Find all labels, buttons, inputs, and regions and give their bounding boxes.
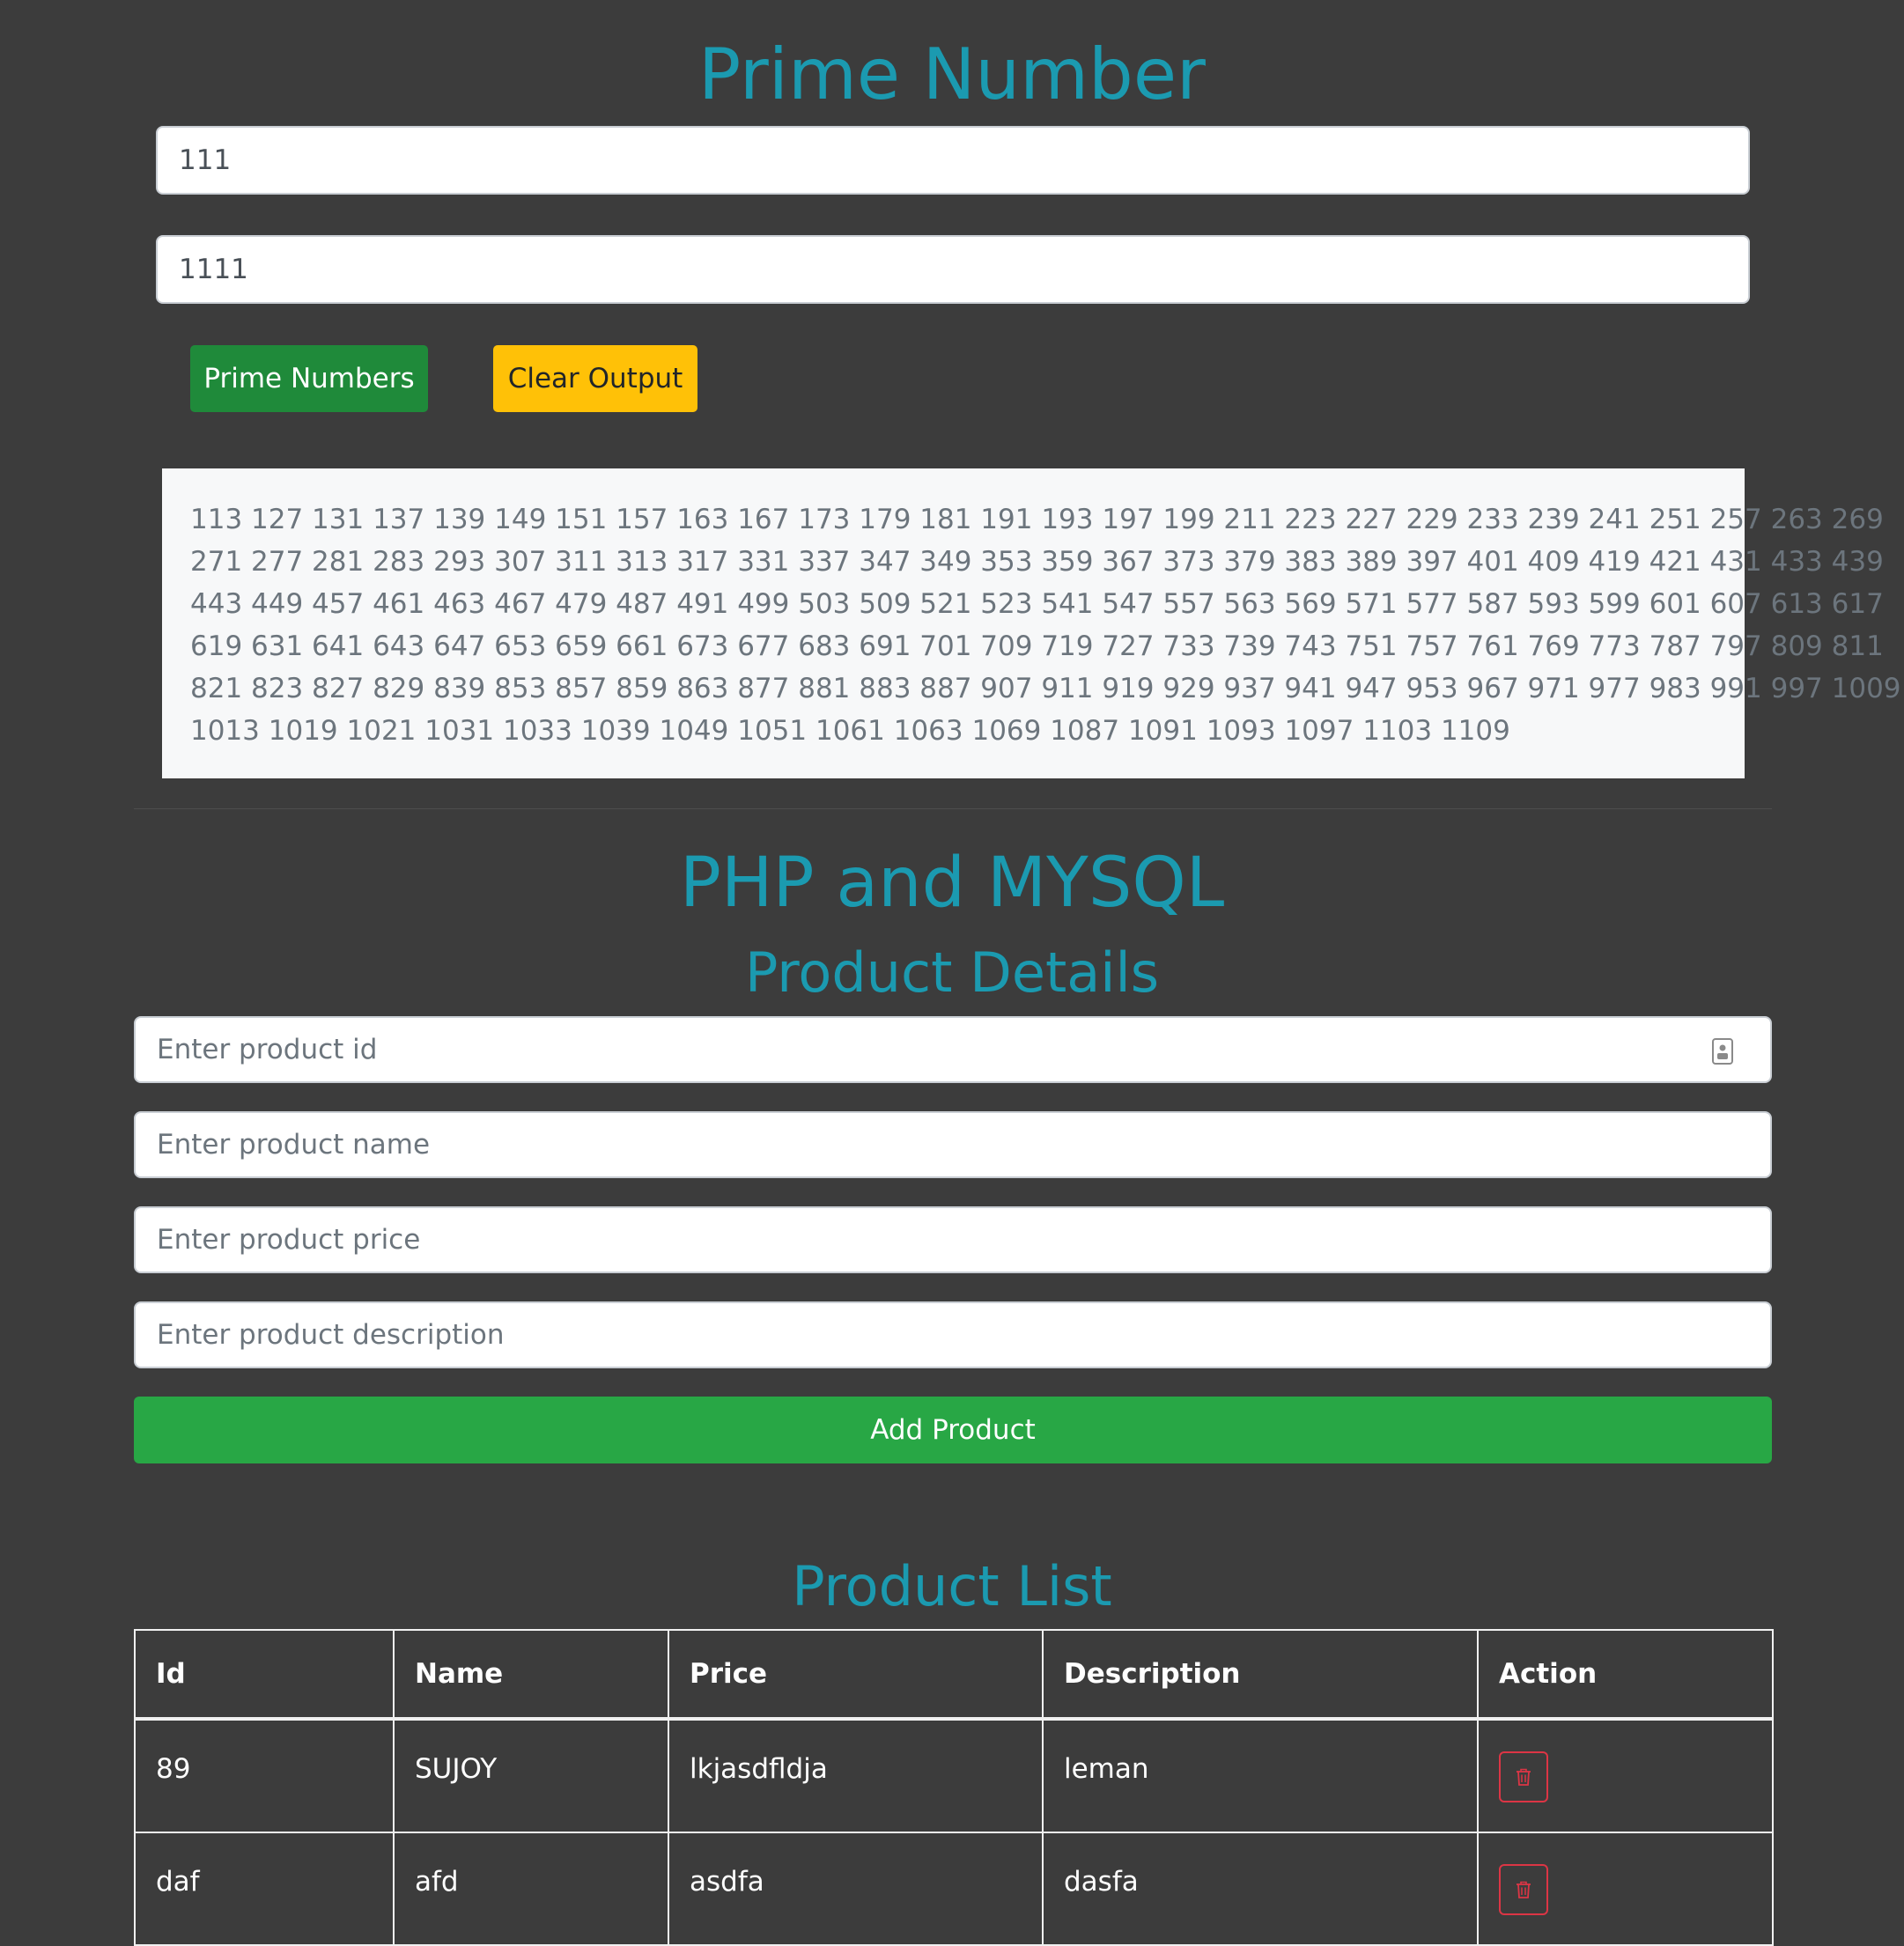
product-description-input[interactable] bbox=[134, 1301, 1772, 1368]
cell-description: leman bbox=[1042, 1718, 1479, 1833]
table-row: daf afd asdfa dasfa bbox=[134, 1832, 1774, 1946]
column-header-id: Id bbox=[134, 1629, 395, 1721]
column-header-name: Name bbox=[393, 1629, 669, 1721]
range-end-input[interactable] bbox=[156, 235, 1750, 304]
product-table: Id Name Price Description Action 89 SUJO… bbox=[134, 1629, 1774, 1946]
cell-action bbox=[1477, 1718, 1774, 1833]
clear-output-button[interactable]: Clear Output bbox=[493, 345, 697, 412]
range-start-input[interactable] bbox=[156, 126, 1750, 195]
prime-output-line: 821 823 827 829 839 853 857 859 863 877 … bbox=[190, 673, 1901, 704]
trash-icon bbox=[1517, 1881, 1531, 1898]
column-header-price: Price bbox=[668, 1629, 1044, 1721]
table-header-row: Id Name Price Description Action bbox=[134, 1629, 1774, 1721]
prime-output-line: 271 277 281 283 293 307 311 313 317 331 … bbox=[190, 546, 1884, 578]
product-id-input[interactable] bbox=[134, 1016, 1772, 1083]
contact-card-icon[interactable] bbox=[1711, 1037, 1734, 1065]
prime-number-title: Prime Number bbox=[698, 33, 1206, 115]
section-divider bbox=[134, 808, 1772, 809]
trash-icon bbox=[1517, 1768, 1531, 1786]
product-name-input[interactable] bbox=[134, 1111, 1772, 1178]
product-details-title: Product Details bbox=[744, 940, 1160, 1005]
delete-button[interactable] bbox=[1499, 1751, 1548, 1802]
cell-price: asdfa bbox=[668, 1832, 1044, 1946]
delete-button[interactable] bbox=[1499, 1864, 1548, 1915]
php-mysql-title: PHP and MYSQL bbox=[679, 844, 1225, 923]
product-list-title: Product List bbox=[792, 1554, 1112, 1618]
prime-output-line: 619 631 641 643 647 653 659 661 673 677 … bbox=[190, 630, 1884, 662]
prime-numbers-button[interactable]: Prime Numbers bbox=[190, 345, 428, 412]
cell-name: SUJOY bbox=[393, 1718, 669, 1833]
cell-name: afd bbox=[393, 1832, 669, 1946]
cell-action bbox=[1477, 1832, 1774, 1946]
add-product-button[interactable]: Add Product bbox=[134, 1397, 1772, 1463]
table-row: 89 SUJOY lkjasdfldja leman bbox=[134, 1718, 1774, 1833]
prime-output-line: 113 127 131 137 139 149 151 157 163 167 … bbox=[190, 504, 1884, 535]
cell-id: daf bbox=[134, 1832, 395, 1946]
column-header-description: Description bbox=[1042, 1629, 1479, 1721]
prime-output-line: 1013 1019 1021 1031 1033 1039 1049 1051 … bbox=[190, 715, 1510, 747]
cell-price: lkjasdfldja bbox=[668, 1718, 1044, 1833]
column-header-action: Action bbox=[1477, 1629, 1774, 1721]
product-price-input[interactable] bbox=[134, 1206, 1772, 1273]
cell-id: 89 bbox=[134, 1718, 395, 1833]
prime-output-box: 113 127 131 137 139 149 151 157 163 167 … bbox=[162, 468, 1901, 778]
cell-description: dasfa bbox=[1042, 1832, 1479, 1946]
prime-output-line: 443 449 457 461 463 467 479 487 491 499 … bbox=[190, 588, 1884, 620]
